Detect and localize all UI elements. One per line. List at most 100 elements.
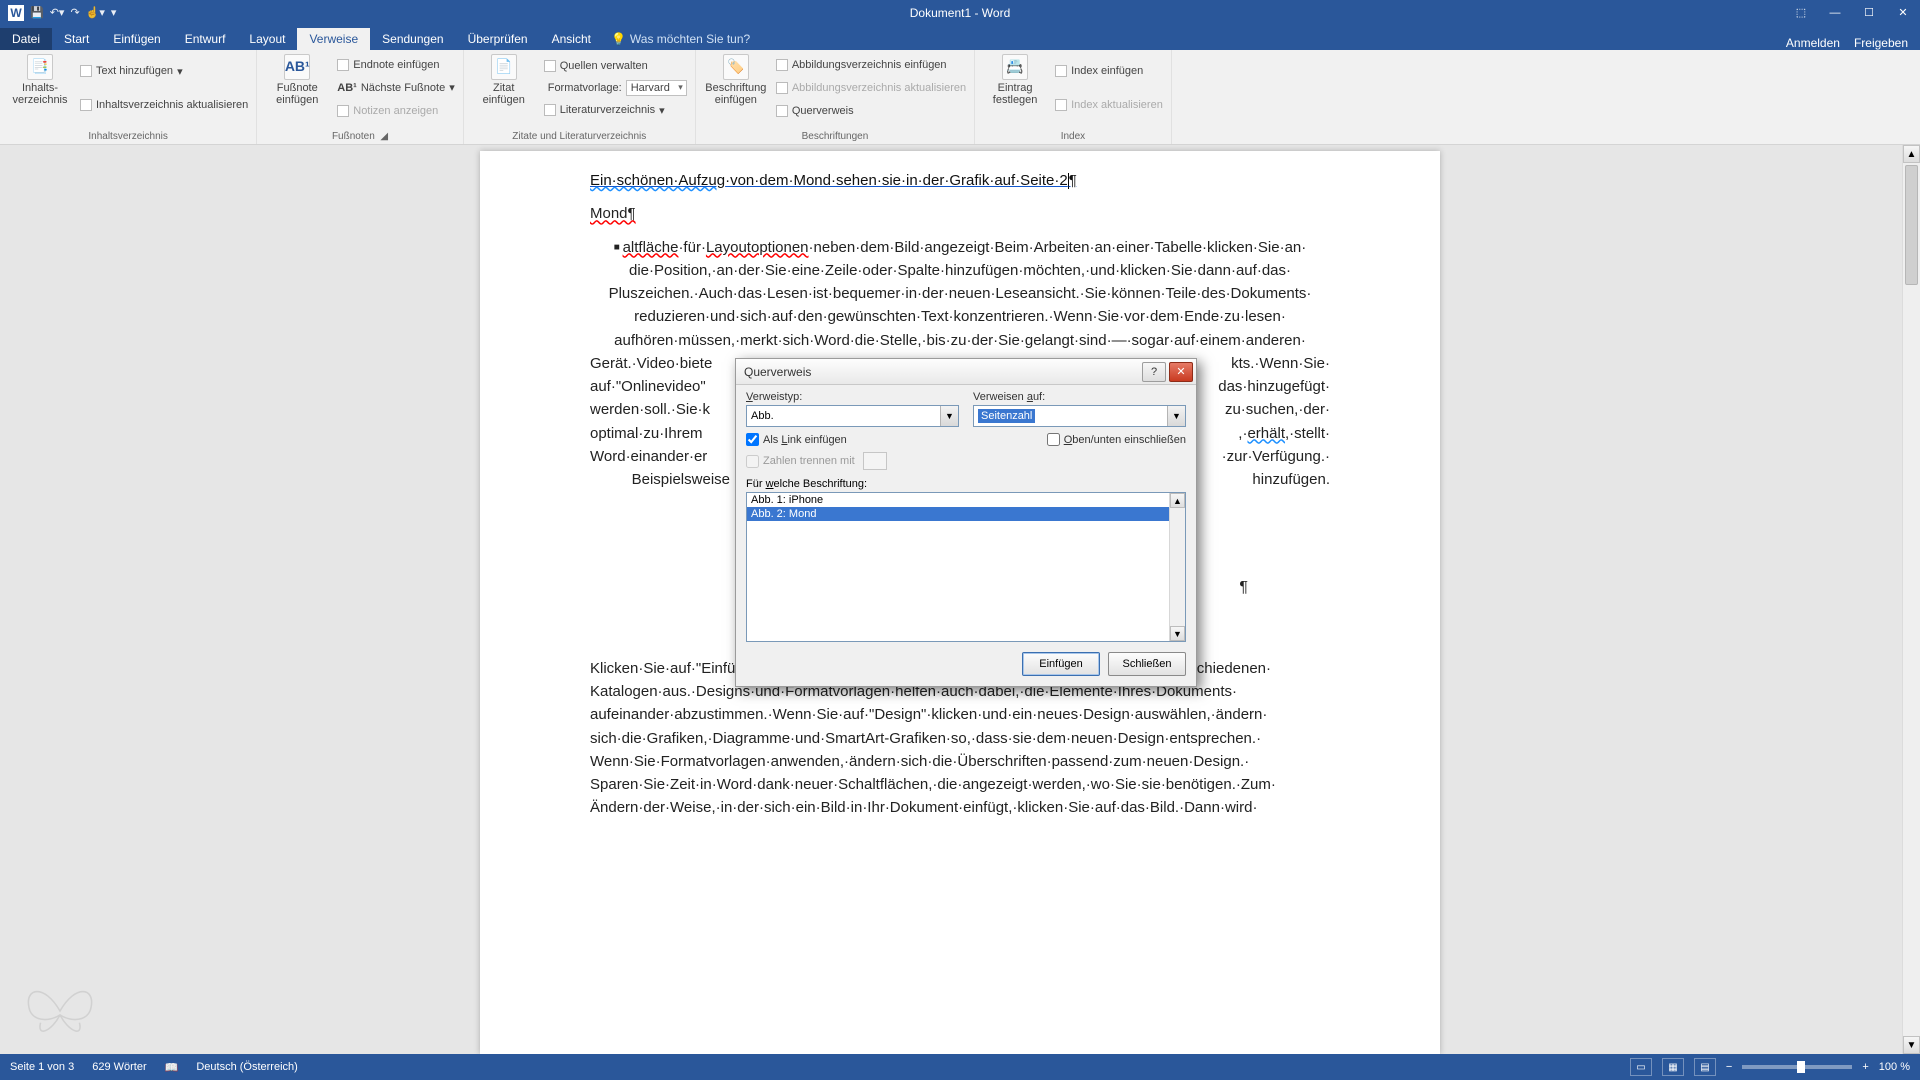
tab-mailings[interactable]: Sendungen bbox=[370, 28, 455, 50]
footnote-icon: AB¹ bbox=[284, 54, 310, 80]
qat-touch-icon[interactable]: ☝▾ bbox=[86, 6, 105, 19]
qat-undo-icon[interactable]: ↶▾ bbox=[50, 6, 65, 19]
qat-redo-icon[interactable]: ↷ bbox=[70, 6, 79, 19]
insert-caption-button[interactable]: 🏷️ Beschriftung einfügen bbox=[704, 54, 768, 106]
insert-footnote-button[interactable]: AB¹ Fußnote einfügen bbox=[265, 54, 329, 106]
vertical-scrollbar[interactable]: ▲ ▼ bbox=[1902, 145, 1920, 1054]
watermark-icon bbox=[20, 976, 100, 1046]
dialog-close-button[interactable]: ✕ bbox=[1169, 362, 1193, 382]
doc-bullet[interactable]: altfläche·für·Layoutoptionen·neben·dem·B… bbox=[590, 236, 1330, 352]
zoom-level[interactable]: 100 % bbox=[1879, 1061, 1910, 1073]
scroll-up-icon[interactable]: ▲ bbox=[1903, 145, 1920, 163]
chevron-down-icon[interactable]: ▼ bbox=[940, 406, 958, 426]
status-proofing-icon[interactable]: 📖 bbox=[165, 1061, 179, 1074]
status-language[interactable]: Deutsch (Österreich) bbox=[196, 1061, 297, 1073]
tab-layout[interactable]: Layout bbox=[237, 28, 297, 50]
ref-to-label: Verweisen auf: bbox=[973, 391, 1186, 403]
chk-as-link[interactable]: Als Link einfügen bbox=[746, 433, 847, 446]
cross-reference-button[interactable]: Querverweis bbox=[776, 101, 966, 121]
show-notes-button: Notizen anzeigen bbox=[337, 101, 454, 121]
cross-reference-dialog: Querverweis ? ✕ Verweistyp: Abb. ▼ Verwe… bbox=[735, 358, 1197, 687]
status-words[interactable]: 629 Wörter bbox=[92, 1061, 146, 1073]
status-bar: Seite 1 von 3 629 Wörter 📖 Deutsch (Öste… bbox=[0, 1054, 1920, 1080]
qat-customize-icon[interactable]: ▾ bbox=[111, 6, 117, 19]
tab-design[interactable]: Entwurf bbox=[173, 28, 238, 50]
dialog-help-button[interactable]: ? bbox=[1142, 362, 1166, 382]
tab-view[interactable]: Ansicht bbox=[540, 28, 603, 50]
insert-button[interactable]: Einfügen bbox=[1022, 652, 1100, 676]
toc-button[interactable]: 📑 Inhalts- verzeichnis bbox=[8, 54, 72, 106]
ref-type-label: Verweistyp: bbox=[746, 391, 959, 403]
mark-entry-button[interactable]: 📇 Eintrag festlegen bbox=[983, 54, 1047, 106]
close-dialog-button[interactable]: Schließen bbox=[1108, 652, 1186, 676]
scroll-thumb[interactable] bbox=[1905, 165, 1918, 285]
tab-start[interactable]: Start bbox=[52, 28, 101, 50]
insert-figures-dir-button[interactable]: Abbildungsverzeichnis einfügen bbox=[776, 55, 966, 75]
view-read-mode[interactable]: ▭ bbox=[1630, 1058, 1652, 1076]
tell-me-label: Was möchten Sie tun? bbox=[630, 32, 750, 46]
chevron-down-icon[interactable]: ▼ bbox=[1167, 406, 1185, 426]
group-toc-label: Inhaltsverzeichnis bbox=[8, 130, 248, 142]
chk-above-below[interactable]: Oben/unten einschließen bbox=[1047, 433, 1186, 446]
citation-style-value[interactable]: Harvard bbox=[626, 80, 687, 96]
group-toc: 📑 Inhalts- verzeichnis Text hinzufügen ▾… bbox=[0, 50, 257, 144]
index-icon: 📇 bbox=[1002, 54, 1028, 80]
group-citations-label: Zitate und Literaturverzeichnis bbox=[472, 130, 687, 142]
tab-insert[interactable]: Einfügen bbox=[101, 28, 172, 50]
chk-separate-numbers: Zahlen trennen mit bbox=[746, 452, 887, 470]
paragraph-mark: ¶ bbox=[1239, 579, 1248, 597]
caption-listbox[interactable]: Abb. 1: iPhone Abb. 2: Mond ▲ ▼ bbox=[746, 492, 1186, 642]
tab-review[interactable]: Überprüfen bbox=[456, 28, 540, 50]
view-web-layout[interactable]: ▤ bbox=[1694, 1058, 1716, 1076]
insert-endnote-button[interactable]: Endnote einfügen bbox=[337, 55, 454, 75]
group-index-label: Index bbox=[983, 130, 1163, 142]
doc-line1[interactable]: Ein·schönen·Aufzug·von·dem·Mond·sehen·si… bbox=[590, 169, 1330, 192]
add-text-button[interactable]: Text hinzufügen ▾ bbox=[80, 61, 248, 81]
zoom-in-button[interactable]: + bbox=[1862, 1061, 1868, 1073]
bibliography-button[interactable]: Literaturverzeichnis ▾ bbox=[544, 100, 687, 120]
tab-references[interactable]: Verweise bbox=[297, 28, 370, 50]
citation-style-select[interactable]: Formatvorlage: Harvard bbox=[544, 80, 687, 96]
group-captions: 🏷️ Beschriftung einfügen Abbildungsverze… bbox=[696, 50, 975, 144]
listbox-scrollbar[interactable]: ▲ ▼ bbox=[1169, 493, 1185, 641]
ribbon-display-options-icon[interactable]: ⬚ bbox=[1784, 0, 1818, 25]
dialog-titlebar[interactable]: Querverweis ? ✕ bbox=[736, 359, 1196, 385]
zoom-slider[interactable] bbox=[1742, 1065, 1852, 1069]
next-footnote-button[interactable]: AB¹Nächste Fußnote ▾ bbox=[337, 78, 454, 98]
tell-me-search[interactable]: 💡 Was möchten Sie tun? bbox=[611, 28, 750, 50]
toc-button-label: Inhalts- verzeichnis bbox=[12, 82, 67, 106]
ribbon-tabs: Datei Start Einfügen Entwurf Layout Verw… bbox=[0, 25, 1920, 50]
update-figures-dir-button: Abbildungsverzeichnis aktualisieren bbox=[776, 78, 966, 98]
citation-icon: 📄 bbox=[491, 54, 517, 80]
insert-index-button[interactable]: Index einfügen bbox=[1055, 61, 1163, 81]
list-item[interactable]: Abb. 1: iPhone bbox=[747, 493, 1185, 507]
quick-access-toolbar: W 💾 ↶▾ ↷ ☝▾ ▾ bbox=[0, 5, 116, 21]
scroll-down-icon[interactable]: ▼ bbox=[1903, 1036, 1920, 1054]
list-item[interactable]: Abb. 2: Mond bbox=[747, 507, 1185, 521]
zoom-out-button[interactable]: − bbox=[1726, 1061, 1732, 1073]
manage-sources-button[interactable]: Quellen verwalten bbox=[544, 56, 687, 76]
minimize-button[interactable]: — bbox=[1818, 0, 1852, 25]
update-toc-button[interactable]: Inhaltsverzeichnis aktualisieren bbox=[80, 95, 248, 115]
word-icon: W bbox=[8, 5, 24, 21]
tab-file[interactable]: Datei bbox=[0, 28, 52, 50]
group-footnotes-label: Fußnoten ◢ bbox=[265, 130, 454, 142]
share-button[interactable]: Freigeben bbox=[1854, 36, 1908, 50]
scroll-down-icon[interactable]: ▼ bbox=[1170, 626, 1185, 641]
group-footnotes: AB¹ Fußnote einfügen Endnote einfügen AB… bbox=[257, 50, 463, 144]
insert-citation-button[interactable]: 📄 Zitat einfügen bbox=[472, 54, 536, 106]
toc-icon: 📑 bbox=[27, 54, 53, 80]
ref-type-combo[interactable]: Abb. ▼ bbox=[746, 405, 959, 427]
dialog-title: Querverweis bbox=[744, 365, 811, 379]
qat-save-icon[interactable]: 💾 bbox=[30, 6, 44, 19]
insert-footnote-label: Fußnote einfügen bbox=[276, 82, 318, 106]
scroll-up-icon[interactable]: ▲ bbox=[1170, 493, 1185, 508]
view-print-layout[interactable]: ▦ bbox=[1662, 1058, 1684, 1076]
status-page[interactable]: Seite 1 von 3 bbox=[10, 1061, 74, 1073]
sign-in-link[interactable]: Anmelden bbox=[1786, 36, 1840, 50]
ref-to-combo[interactable]: Seitenzahl ▼ bbox=[973, 405, 1186, 427]
doc-mond[interactable]: Mond¶ bbox=[590, 202, 1330, 225]
maximize-button[interactable]: ☐ bbox=[1852, 0, 1886, 25]
close-button[interactable]: ✕ bbox=[1886, 0, 1920, 25]
group-index: 📇 Eintrag festlegen Index einfügen Index… bbox=[975, 50, 1172, 144]
